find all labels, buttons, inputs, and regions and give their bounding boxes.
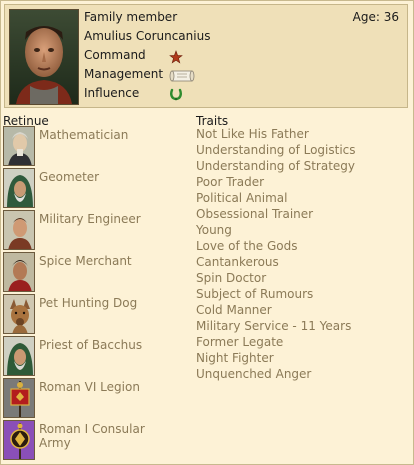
character-age: Age: 36	[352, 10, 399, 24]
retinue-item-roman-vi-legion[interactable]: Roman VI Legion	[3, 378, 188, 418]
retinue-item-roman-i-consular-army[interactable]: Roman I Consular Army	[3, 420, 188, 460]
retinue-item-label: Spice Merchant	[39, 254, 132, 268]
star-icon[interactable]	[169, 49, 183, 68]
retinue-item-label: Roman VI Legion	[39, 380, 140, 394]
trait-item[interactable]: Night Fighter	[196, 351, 274, 365]
retinue-item-priest-of-bacchus[interactable]: Priest of Bacchus	[3, 336, 188, 376]
command-label: Command	[84, 48, 146, 62]
retinue-item-military-engineer[interactable]: Military Engineer	[3, 210, 188, 250]
character-header: Family member Age: 36 Amulius Coruncaniu…	[4, 4, 408, 108]
trait-item[interactable]: Obsessional Trainer	[196, 207, 313, 221]
geometer-portrait-icon	[3, 168, 35, 208]
retinue-item-geometer[interactable]: Geometer	[3, 168, 188, 208]
engineer-portrait-icon	[3, 210, 35, 250]
trait-item[interactable]: Understanding of Logistics	[196, 143, 356, 157]
character-name: Amulius Coruncanius	[84, 29, 211, 43]
trait-item[interactable]: Spin Doctor	[196, 271, 266, 285]
trait-item[interactable]: Cold Manner	[196, 303, 272, 317]
consular-standard-icon	[3, 420, 35, 460]
trait-item[interactable]: Unquenched Anger	[196, 367, 311, 381]
retinue-item-label: Roman I Consular Army	[39, 422, 145, 450]
priest-portrait-icon	[3, 336, 35, 376]
trait-item[interactable]: Young	[196, 223, 232, 237]
trait-item[interactable]: Political Animal	[196, 191, 287, 205]
trait-item[interactable]: Understanding of Strategy	[196, 159, 355, 173]
legion-standard-icon	[3, 378, 35, 418]
retinue-item-pet-hunting-dog[interactable]: Pet Hunting Dog	[3, 294, 188, 334]
character-panel: Family member Age: 36 Amulius Coruncaniu…	[0, 0, 414, 465]
trait-item[interactable]: Poor Trader	[196, 175, 264, 189]
traits-heading: Traits	[196, 114, 229, 128]
trait-item[interactable]: Cantankerous	[196, 255, 279, 269]
scroll-icon[interactable]	[169, 68, 195, 87]
merchant-portrait-icon	[3, 252, 35, 292]
trait-item[interactable]: Love of the Gods	[196, 239, 298, 253]
trait-item[interactable]: Subject of Rumours	[196, 287, 313, 301]
mathematician-portrait-icon	[3, 126, 35, 166]
management-label: Management	[84, 67, 164, 81]
trait-item[interactable]: Military Service - 11 Years	[196, 319, 351, 333]
character-portrait[interactable]	[9, 9, 79, 105]
trait-item[interactable]: Not Like His Father	[196, 127, 309, 141]
influence-label: Influence	[84, 86, 140, 100]
retinue-item-label: Military Engineer	[39, 212, 141, 226]
dog-portrait-icon	[3, 294, 35, 334]
retinue-item-label: Pet Hunting Dog	[39, 296, 138, 310]
retinue-item-mathematician[interactable]: Mathematician	[3, 126, 188, 166]
retinue-item-spice-merchant[interactable]: Spice Merchant	[3, 252, 188, 292]
character-role: Family member	[84, 10, 178, 24]
retinue-item-label: Priest of Bacchus	[39, 338, 143, 352]
retinue-item-label: Mathematician	[39, 128, 129, 142]
trait-item[interactable]: Former Legate	[196, 335, 283, 349]
retinue-item-label: Geometer	[39, 170, 100, 184]
laurel-icon[interactable]	[169, 86, 183, 105]
